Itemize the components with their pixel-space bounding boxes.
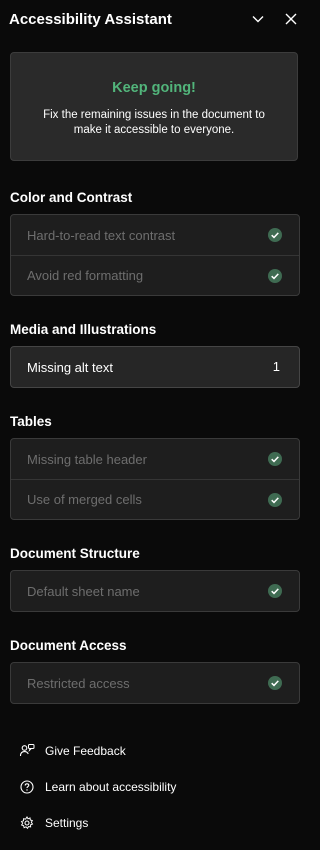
group-tables: Missing table header Use of merged cells (10, 438, 300, 520)
chevron-down-icon[interactable] (249, 10, 267, 28)
give-feedback-label: Give Feedback (45, 744, 126, 758)
close-icon[interactable] (282, 10, 300, 28)
section-title-tables: Tables (10, 414, 52, 429)
learn-accessibility-link[interactable]: Learn about accessibility (19, 777, 176, 797)
group-color-contrast: Hard-to-read text contrast Avoid red for… (10, 214, 300, 296)
issue-row-merged-cells[interactable]: Use of merged cells (11, 479, 299, 519)
check-icon (267, 492, 283, 508)
give-feedback-link[interactable]: Give Feedback (19, 741, 126, 761)
issue-row-default-sheet-name[interactable]: Default sheet name (11, 571, 299, 611)
issue-label: Missing table header (27, 451, 147, 467)
issue-row-red-formatting[interactable]: Avoid red formatting (11, 255, 299, 295)
settings-label: Settings (45, 816, 89, 830)
status-banner: Keep going! Fix the remaining issues in … (10, 52, 298, 161)
settings-link[interactable]: Settings (19, 813, 88, 833)
group-media: Missing alt text 1 (10, 346, 300, 388)
banner-message: Fix the remaining issues in the document… (43, 109, 265, 136)
section-title-media: Media and Illustrations (10, 322, 157, 337)
issue-row-table-header[interactable]: Missing table header (11, 439, 299, 479)
section-title-access: Document Access (10, 638, 127, 653)
banner-headline: Keep going! (112, 80, 196, 96)
check-icon (267, 583, 283, 599)
check-icon (267, 227, 283, 243)
issue-row-text-contrast[interactable]: Hard-to-read text contrast (11, 215, 299, 255)
check-icon (267, 268, 283, 284)
panel-header: Accessibility Assistant (0, 0, 306, 40)
panel-title: Accessibility Assistant (9, 11, 172, 28)
issue-label: Restricted access (27, 675, 130, 691)
section-title-color-contrast: Color and Contrast (10, 190, 133, 205)
check-icon (267, 451, 283, 467)
help-icon (19, 779, 35, 795)
group-access: Restricted access (10, 662, 300, 704)
gear-icon (19, 815, 35, 831)
issue-label: Use of merged cells (27, 492, 142, 507)
issue-label: Avoid red formatting (27, 268, 144, 283)
learn-accessibility-label: Learn about accessibility (45, 780, 177, 794)
issue-row-missing-alt-text[interactable]: Missing alt text 1 (11, 347, 299, 387)
issue-label: Missing alt text (27, 359, 113, 375)
issue-label: Hard-to-read text contrast (27, 227, 176, 243)
check-icon (267, 675, 283, 691)
section-title-structure: Document Structure (10, 546, 140, 561)
issue-label: Default sheet name (27, 583, 140, 599)
group-structure: Default sheet name (10, 570, 300, 612)
issue-row-restricted-access[interactable]: Restricted access (11, 663, 299, 703)
feedback-icon (19, 743, 35, 759)
issue-count: 1 (272, 359, 280, 374)
